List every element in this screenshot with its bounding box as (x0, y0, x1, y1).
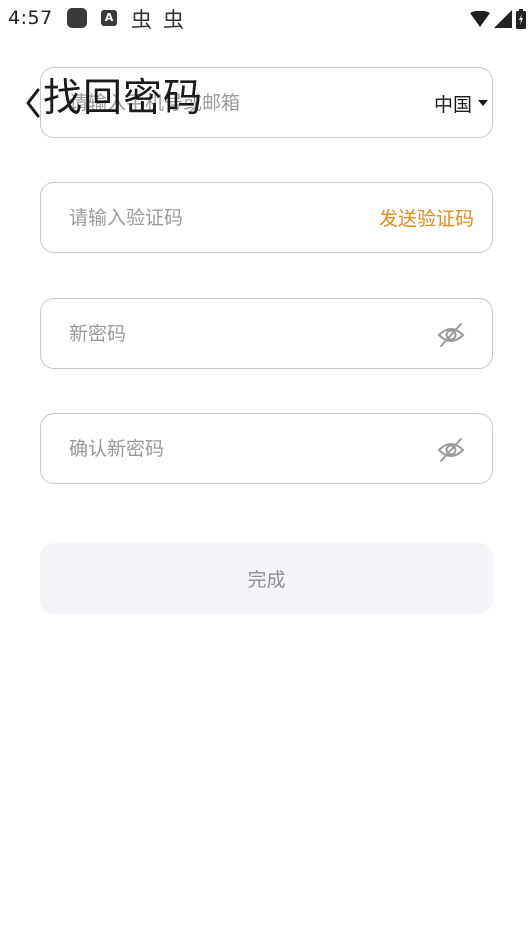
app-notification-icon (67, 8, 87, 28)
forgot-password-screen: 4:57 A 虫 虫 中国 找回 (0, 0, 532, 947)
bug-icon: 虫 (131, 8, 152, 32)
confirm-password-input[interactable] (69, 414, 369, 483)
signal-icon (494, 10, 512, 28)
verification-code-field: 发送验证码 (40, 182, 493, 253)
dropdown-caret-icon (478, 100, 488, 106)
confirm-password-field (40, 413, 493, 484)
status-indicators (470, 9, 526, 29)
status-time: 4:57 (8, 7, 53, 29)
a-notification-icon: A (101, 10, 117, 26)
new-password-input[interactable] (69, 299, 369, 368)
country-select[interactable]: 中国 (434, 88, 488, 118)
eye-off-icon[interactable] (436, 435, 466, 465)
country-label: 中国 (433, 93, 472, 116)
new-password-field (40, 298, 493, 369)
submit-label: 完成 (247, 569, 286, 591)
verification-code-input[interactable] (69, 183, 369, 252)
send-code-button[interactable]: 发送验证码 (379, 204, 474, 231)
page-title: 找回密码 (43, 76, 204, 121)
battery-icon (516, 9, 526, 29)
submit-button[interactable]: 完成 (40, 543, 493, 614)
bug-icon: 虫 (163, 8, 184, 32)
wifi-icon (470, 11, 490, 27)
eye-off-icon[interactable] (436, 320, 466, 350)
status-bar: 4:57 A 虫 虫 (0, 0, 532, 38)
